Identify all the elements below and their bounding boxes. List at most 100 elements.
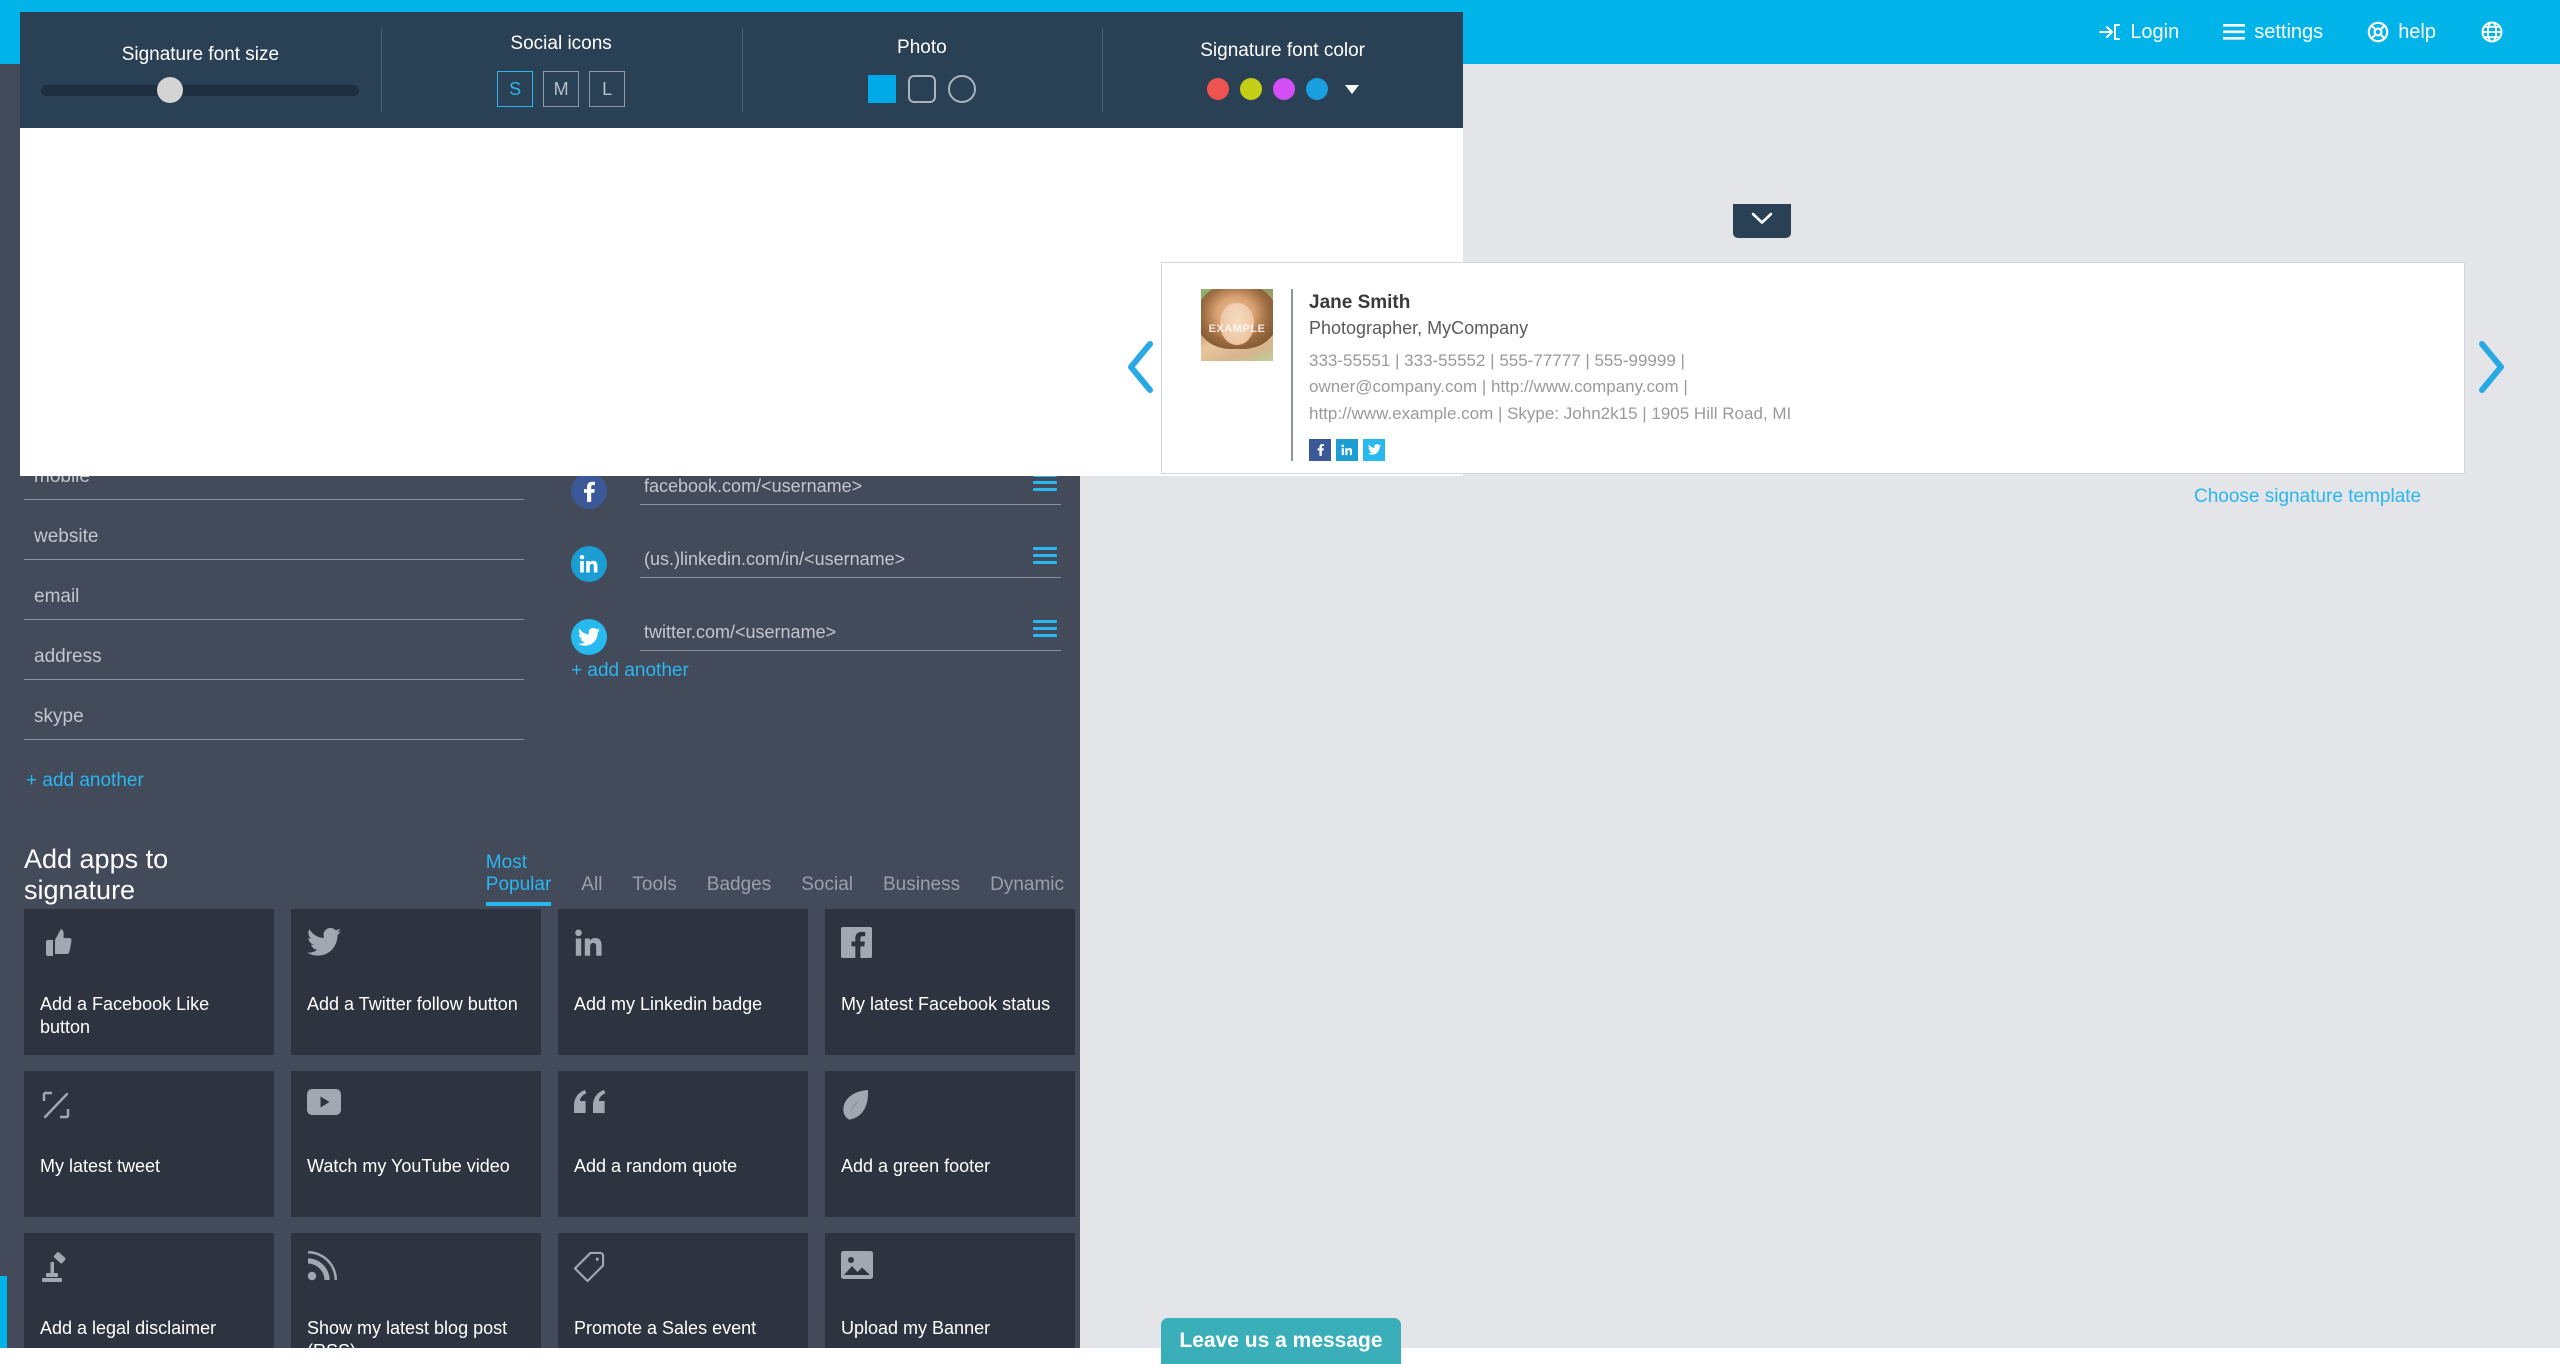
choose-signature-template-link[interactable]: Choose signature template	[2194, 486, 2421, 508]
signature-photo-watermark: EXAMPLE	[1208, 322, 1266, 335]
signature-contact-lines: 333-55551 | 333-55552 | 555-77777 | 555-…	[1309, 348, 1791, 427]
signature-linkedin-icon[interactable]	[1336, 438, 1358, 461]
help-button[interactable]: help	[2367, 21, 2436, 44]
color-swatch-magenta[interactable]	[1272, 78, 1295, 100]
language-globe-button[interactable]	[2480, 20, 2504, 44]
field-address[interactable]	[24, 640, 524, 700]
tab-social[interactable]: Social	[801, 874, 853, 906]
app-card-youtube-video[interactable]: Watch my YouTube video	[291, 1071, 541, 1217]
app-card-legal-disclaimer[interactable]: Add a legal disclaimer	[24, 1233, 274, 1348]
app-card-latest-tweet[interactable]: My latest tweet	[24, 1071, 274, 1217]
twitter-drag-handle-icon[interactable]	[1033, 620, 1057, 641]
app-card-random-quote[interactable]: Add a random quote	[558, 1071, 808, 1217]
signature-twitter-icon[interactable]	[1363, 438, 1385, 461]
skype-input[interactable]	[24, 700, 524, 740]
color-swatch-red[interactable]	[1206, 78, 1229, 100]
app-card-upload-banner[interactable]: Upload my Banner	[825, 1233, 1075, 1348]
login-arrow-icon	[2099, 22, 2121, 42]
leave-message-chat-button[interactable]: Leave us a message	[1161, 1318, 1401, 1364]
rss-icon	[307, 1251, 525, 1307]
wisestamp-app: WiseStamp Free Email Signature Generator…	[0, 0, 2560, 1364]
settings-button[interactable]: settings	[2223, 21, 2323, 44]
photo-shape-circle[interactable]	[947, 75, 976, 103]
next-template-button[interactable]	[2477, 340, 2507, 399]
previous-template-button[interactable]	[1125, 340, 1155, 399]
app-label: Add a legal disclaimer	[40, 1318, 217, 1338]
font-size-label: Signature font size	[121, 44, 280, 65]
apps-grid: Add a Facebook Like button Add a Twitter…	[24, 909, 1075, 1348]
add-another-field-link[interactable]: + add another	[24, 770, 524, 792]
font-color-group: Signature font color	[1102, 12, 1463, 128]
website-input[interactable]	[24, 520, 524, 560]
linkedin-url-input[interactable]	[640, 549, 1061, 578]
app-label: Add a Twitter follow button	[307, 994, 518, 1014]
font-size-slider[interactable]	[41, 77, 360, 103]
nav-links: Login settings help	[2099, 20, 2560, 44]
color-swatch-yellow-green[interactable]	[1239, 78, 1262, 100]
photo-shape-group: Photo	[741, 12, 1103, 128]
social-icons-group: Social icons S M L	[380, 12, 742, 128]
signature-divider	[1291, 289, 1293, 461]
social-profiles-list	[571, 454, 1061, 673]
app-label: Watch my YouTube video	[307, 1156, 510, 1176]
size-button-m[interactable]: M	[543, 71, 580, 107]
email-input[interactable]	[24, 580, 524, 620]
linkedin-url-field[interactable]	[640, 547, 1061, 578]
leaf-icon	[841, 1089, 1059, 1145]
chevron-left-icon	[1125, 341, 1155, 398]
signature-settings-toolbar: Signature font size Social icons S M L P…	[20, 12, 1463, 128]
tab-tools[interactable]: Tools	[632, 874, 676, 906]
field-skype[interactable]	[24, 700, 524, 760]
lifebuoy-icon	[2367, 21, 2389, 43]
tab-most-popular[interactable]: Most Popular	[485, 852, 551, 906]
photo-shape-rounded-square[interactable]	[907, 75, 936, 103]
signature-name: Jane Smith	[1309, 292, 1411, 313]
chevron-down-icon[interactable]	[1344, 84, 1359, 94]
app-card-sales-event[interactable]: Promote a Sales event	[558, 1233, 808, 1348]
app-card-linkedin-badge[interactable]: Add my Linkedin badge	[558, 909, 808, 1055]
app-card-twitter-follow[interactable]: Add a Twitter follow button	[291, 909, 541, 1055]
tab-dynamic[interactable]: Dynamic	[990, 874, 1064, 906]
color-swatch-blue[interactable]	[1305, 78, 1328, 100]
signature-facebook-icon[interactable]	[1309, 438, 1331, 461]
app-label: Add a Facebook Like button	[40, 994, 210, 1038]
app-card-facebook-status[interactable]: My latest Facebook status	[825, 909, 1075, 1055]
collapse-toolbar-button[interactable]	[1733, 204, 1791, 238]
twitter-url-field[interactable]	[640, 620, 1061, 651]
tab-business[interactable]: Business	[883, 874, 960, 906]
facebook-url-field[interactable]	[640, 474, 1061, 505]
add-another-social-link[interactable]: + add another	[571, 660, 689, 682]
app-card-facebook-like[interactable]: Add a Facebook Like button	[24, 909, 274, 1055]
signature-contact-line: http://www.example.com | Skype: John2k15…	[1309, 403, 1792, 423]
size-button-l[interactable]: L	[589, 71, 626, 107]
twitter-url-input[interactable]	[640, 622, 1061, 651]
facebook-url-input[interactable]	[640, 476, 1061, 505]
font-size-group: Signature font size	[20, 12, 381, 128]
font-color-swatches	[1206, 78, 1359, 100]
linkedin-icon	[571, 545, 607, 582]
twitter-icon	[571, 618, 607, 655]
slider-thumb[interactable]	[157, 77, 184, 103]
address-input[interactable]	[24, 640, 524, 680]
linkedin-in-icon	[574, 927, 792, 983]
photo-shape-square[interactable]	[867, 75, 896, 103]
help-label: help	[2398, 20, 2436, 43]
field-website[interactable]	[24, 520, 524, 580]
social-icons-label: Social icons	[510, 33, 612, 54]
tab-all[interactable]: All	[581, 874, 602, 906]
signature-text-block: Jane Smith Photographer, MyCompany 333-5…	[1309, 289, 1791, 461]
linkedin-drag-handle-icon[interactable]	[1033, 547, 1057, 568]
facebook-drag-handle-icon[interactable]	[1033, 474, 1057, 495]
field-email[interactable]	[24, 580, 524, 640]
apps-tab-bar: Most Popular All Tools Badges Social Bus…	[485, 852, 1064, 906]
slider-track[interactable]	[41, 85, 360, 96]
tab-badges[interactable]: Badges	[707, 874, 771, 906]
signature-role: Photographer, MyCompany	[1309, 317, 1529, 338]
left-edge-accent	[0, 1276, 7, 1348]
facebook-square-icon	[841, 927, 1059, 983]
size-button-s[interactable]: S	[497, 71, 534, 107]
app-card-rss-blog[interactable]: Show my latest blog post (RSS)	[291, 1233, 541, 1348]
login-button[interactable]: Login	[2099, 21, 2179, 44]
app-card-green-footer[interactable]: Add a green footer	[825, 1071, 1075, 1217]
chevron-right-icon	[2477, 341, 2507, 398]
